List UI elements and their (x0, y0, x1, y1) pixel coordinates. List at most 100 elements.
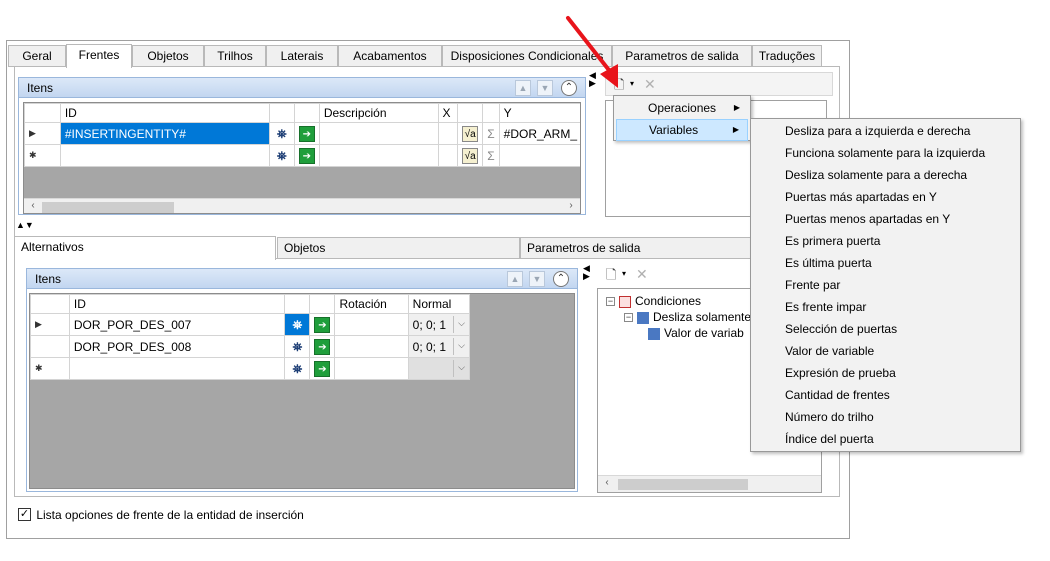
tab-parametros-salida[interactable]: Parametros de salida (612, 45, 752, 67)
col-id-header[interactable]: ID (59, 103, 270, 123)
binoculars-icon[interactable]: ⛯ (289, 339, 305, 355)
tab-trilhos[interactable]: Trilhos (204, 45, 266, 67)
submenu-item[interactable]: Expresión de prueba (753, 362, 1018, 384)
horizontal-scrollbar[interactable]: ‹ › (24, 198, 580, 213)
id-cell[interactable]: #INSERTINGENTITY# (59, 122, 270, 145)
tab-bottom-objetos[interactable]: Objetos (277, 237, 520, 259)
x-cell[interactable] (437, 122, 459, 145)
move-up-icon[interactable]: ▲ (515, 80, 531, 96)
normal-select[interactable]: 0; 0; 1 ⌵ (407, 335, 471, 358)
col-id-header[interactable]: ID (68, 294, 286, 314)
tab-laterais[interactable]: Laterais (266, 45, 338, 67)
scroll-thumb[interactable] (618, 479, 748, 490)
dropdown-arrow-icon[interactable]: ▾ (622, 269, 626, 278)
go-arrow-icon[interactable]: ➔ (314, 338, 331, 355)
submenu-item[interactable]: Funciona solamente para la izquierda (753, 142, 1018, 164)
submenu-item[interactable]: Valor de variable (753, 340, 1018, 362)
col-normal-header[interactable]: Normal (407, 294, 471, 314)
rotation-cell[interactable] (334, 335, 409, 358)
table-row[interactable]: DOR_POR_DES_008 ⛯ ➔ 0; 0; 1 ⌵ (30, 335, 471, 358)
normal-select[interactable]: 0; 0; 1 ⌵ (407, 313, 471, 336)
tree-node-child[interactable]: − Desliza solamente (624, 310, 751, 324)
scroll-thumb[interactable] (42, 202, 174, 213)
sigma-icon[interactable]: Σ (487, 127, 494, 141)
move-down-icon[interactable]: ▼ (537, 80, 553, 96)
table-row[interactable]: ▶ #INSERTINGENTITY# ⛯ ➔ √a Σ #DOR_ARM_ (24, 122, 580, 145)
tab-objetos[interactable]: Objetos (132, 45, 204, 67)
chevron-down-icon[interactable]: ⌵ (453, 338, 468, 355)
description-cell[interactable] (318, 144, 439, 167)
delete-icon[interactable]: ✕ (636, 266, 648, 283)
tab-geral[interactable]: Geral (8, 45, 66, 67)
submenu-item[interactable]: Selección de puertas (753, 318, 1018, 340)
collapse-node-icon[interactable]: − (624, 313, 633, 323)
col-y-header[interactable]: Y (498, 103, 580, 123)
scroll-left-icon[interactable]: ‹ (26, 200, 40, 211)
sigma-icon[interactable]: Σ (487, 149, 494, 163)
tree-node-grandchild[interactable]: Valor de variab (648, 326, 744, 340)
chevron-down-icon[interactable]: ⌵ (453, 360, 468, 377)
table-row[interactable]: ✱ ⛯ ➔ √a Σ (24, 144, 580, 167)
tab-acabamentos[interactable]: Acabamentos (338, 45, 442, 67)
menu-item-operaciones[interactable]: Operaciones ▶ (616, 97, 748, 119)
binoculars-icon[interactable]: ⛯ (274, 126, 290, 142)
move-down-icon[interactable]: ▼ (529, 271, 545, 287)
x-cell[interactable] (437, 144, 459, 167)
scroll-left-icon[interactable]: ‹ (600, 477, 614, 488)
new-document-icon[interactable]: 🗋 (606, 266, 616, 288)
id-cell[interactable]: DOR_POR_DES_007 (68, 313, 286, 336)
submenu-item[interactable]: Frente par (753, 274, 1018, 296)
checkbox-icon[interactable]: ✓ (18, 508, 31, 522)
submenu-item[interactable]: Puertas menos apartadas en Y (753, 208, 1018, 230)
tab-alternativos[interactable]: Alternativos (14, 236, 276, 260)
y-cell[interactable] (498, 144, 580, 167)
table-row[interactable]: ✱ ⛯ ➔ ⌵ (30, 357, 471, 380)
submenu-item[interactable]: Número do trilho (753, 406, 1018, 428)
formula-icon[interactable]: √a (462, 125, 479, 142)
col-description-header[interactable]: Descripción (318, 103, 439, 123)
go-arrow-icon[interactable]: ➔ (298, 147, 315, 164)
y-cell[interactable]: #DOR_ARM_ (498, 122, 580, 145)
formula-icon[interactable]: √a (462, 147, 479, 164)
scroll-right-icon[interactable]: › (564, 200, 578, 211)
submenu-item[interactable]: Desliza solamente para a derecha (753, 164, 1018, 186)
submenu-item[interactable]: Es última puerta (753, 252, 1018, 274)
binoculars-icon[interactable]: ⛯ (274, 148, 290, 164)
description-cell[interactable] (318, 122, 439, 145)
submenu-item[interactable]: Cantidad de frentes (753, 384, 1018, 406)
go-arrow-icon[interactable]: ➔ (298, 125, 315, 142)
col-rotation-header[interactable]: Rotación (334, 294, 409, 314)
binoculars-icon[interactable]: ⛯ (289, 317, 305, 333)
chevron-down-icon[interactable]: ⌵ (453, 316, 468, 333)
tab-traducoes[interactable]: Traduções (752, 45, 822, 67)
submenu-item[interactable]: Es primera puerta (753, 230, 1018, 252)
id-cell[interactable]: DOR_POR_DES_008 (68, 335, 286, 358)
tree-horizontal-scrollbar[interactable]: ‹ (598, 475, 821, 492)
tab-bottom-parametros[interactable]: Parametros de salida (520, 237, 752, 259)
submenu-item[interactable]: Puertas más apartadas en Y (753, 186, 1018, 208)
id-cell[interactable] (68, 357, 286, 380)
submenu-item[interactable]: Índice del puerta (753, 428, 1018, 450)
tree-node-root[interactable]: − Condiciones (606, 294, 701, 308)
rotation-cell[interactable] (334, 313, 409, 336)
tab-frentes[interactable]: Frentes (66, 44, 132, 68)
collapse-icon[interactable]: ⌃ (553, 271, 569, 287)
entity-options-checkbox[interactable]: ✓ Lista opciones de frente de la entidad… (18, 507, 304, 522)
dropdown-arrow-icon[interactable]: ▾ (630, 79, 634, 88)
col-x-header[interactable]: X (437, 103, 459, 123)
delete-icon[interactable]: ✕ (644, 76, 656, 93)
binoculars-icon[interactable]: ⛯ (289, 361, 305, 377)
move-up-icon[interactable]: ▲ (507, 271, 523, 287)
side-splitter-icon[interactable]: ◀ ▶ (583, 264, 590, 281)
submenu-item[interactable]: Es frente impar (753, 296, 1018, 318)
splitter-icon[interactable]: ▲▼ (16, 220, 34, 230)
rotation-cell[interactable] (334, 357, 409, 380)
go-arrow-icon[interactable]: ➔ (314, 316, 331, 333)
id-cell[interactable] (59, 144, 270, 167)
collapse-node-icon[interactable]: − (606, 297, 615, 307)
table-row[interactable]: ▶ DOR_POR_DES_007 ⛯ ➔ 0; 0; 1 ⌵ (30, 313, 471, 336)
menu-item-variables[interactable]: Variables ▶ (616, 119, 748, 141)
go-arrow-icon[interactable]: ➔ (314, 360, 331, 377)
submenu-item[interactable]: Desliza para a izquierda e derecha (753, 120, 1018, 142)
normal-select[interactable]: ⌵ (407, 357, 471, 380)
